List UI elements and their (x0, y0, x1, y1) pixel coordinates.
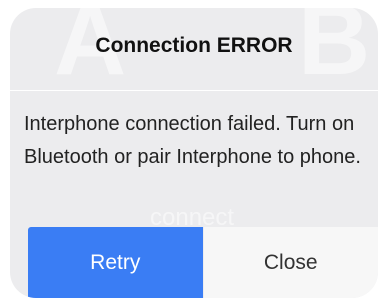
retry-button-label: Retry (90, 250, 141, 274)
dialog-message: Interphone connection failed. Turn on Bl… (24, 113, 361, 168)
close-button[interactable]: Close (203, 227, 378, 298)
retry-button[interactable]: Retry (28, 227, 203, 298)
title-divider (10, 90, 378, 91)
close-button-label: Close (263, 250, 318, 274)
dialog-button-row: Retry Close (28, 227, 378, 298)
dialog-title: Connection ERROR (95, 34, 293, 57)
error-dialog: A B connect Connection ERROR Interphone … (10, 8, 378, 298)
